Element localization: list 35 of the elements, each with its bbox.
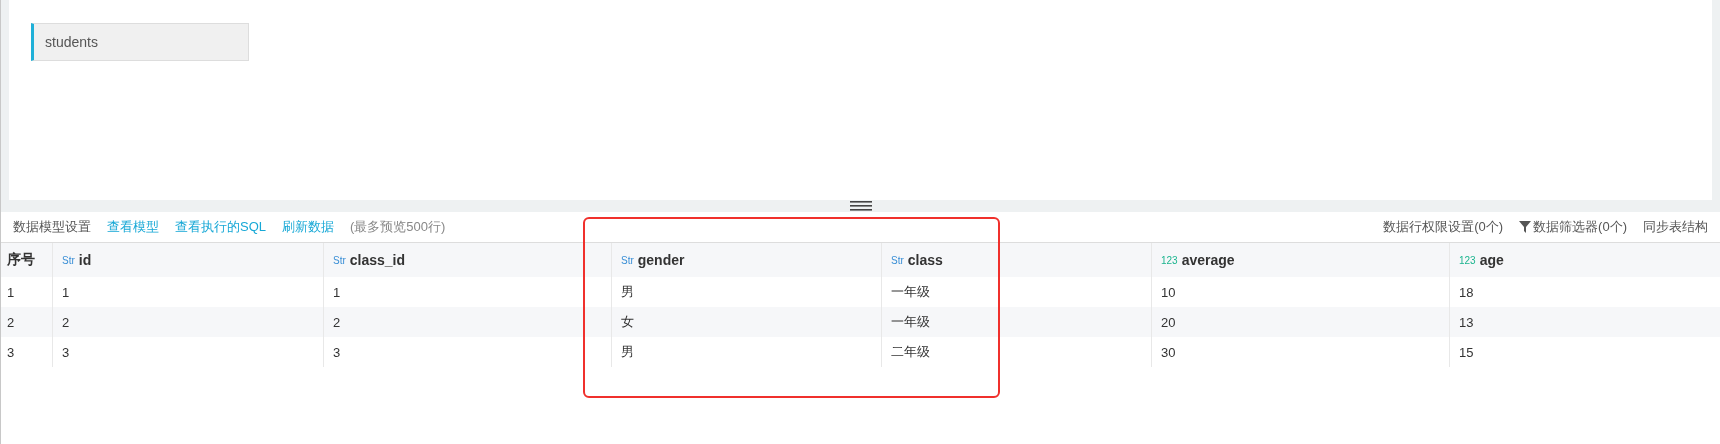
column-name: class_id <box>349 252 406 268</box>
column-name: gender <box>637 252 685 268</box>
type-label: Str <box>891 254 904 266</box>
toolbar-button[interactable]: 数据行权限设置(0个) <box>1383 218 1504 236</box>
table-cell: 20 <box>1151 307 1449 337</box>
toolbar-button[interactable]: 数据模型设置 <box>13 218 91 236</box>
column-header[interactable]: Str gender <box>611 243 881 277</box>
row-number: 2 <box>1 307 52 337</box>
table-node[interactable]: students <box>31 23 249 61</box>
column-name: id <box>78 252 92 268</box>
table-cell: 一年级 <box>881 307 1151 337</box>
type-label: Str <box>621 254 634 266</box>
column-header[interactable]: Str class <box>881 243 1151 277</box>
type-label: Str <box>62 254 75 266</box>
filter-icon <box>1519 221 1532 233</box>
column-header[interactable]: Str class_id <box>323 243 611 277</box>
preview-note: (最多预览500行) <box>350 218 446 236</box>
column-name: average <box>1181 252 1235 268</box>
column-header[interactable]: 序号 <box>1 243 52 277</box>
column-header[interactable]: 123 age <box>1449 243 1720 277</box>
column-name: 序号 <box>7 251 35 269</box>
toolbar-button[interactable]: 同步表结构 <box>1643 218 1708 236</box>
column-header[interactable]: Str id <box>52 243 323 277</box>
table-cell: 2 <box>52 307 323 337</box>
type-label: 123 <box>1161 254 1178 266</box>
table-cell: 13 <box>1449 307 1720 337</box>
type-label: 123 <box>1459 254 1476 266</box>
table-cell: 女 <box>611 307 881 337</box>
drag-handle-icon[interactable] <box>849 201 872 211</box>
filter-button[interactable]: 数据筛选器(0个) <box>1519 218 1627 236</box>
table-cell: 2 <box>323 307 611 337</box>
type-label: Str <box>333 254 346 266</box>
column-header[interactable]: 123 average <box>1151 243 1449 277</box>
column-name: class <box>907 252 943 268</box>
column-name: age <box>1479 252 1504 268</box>
